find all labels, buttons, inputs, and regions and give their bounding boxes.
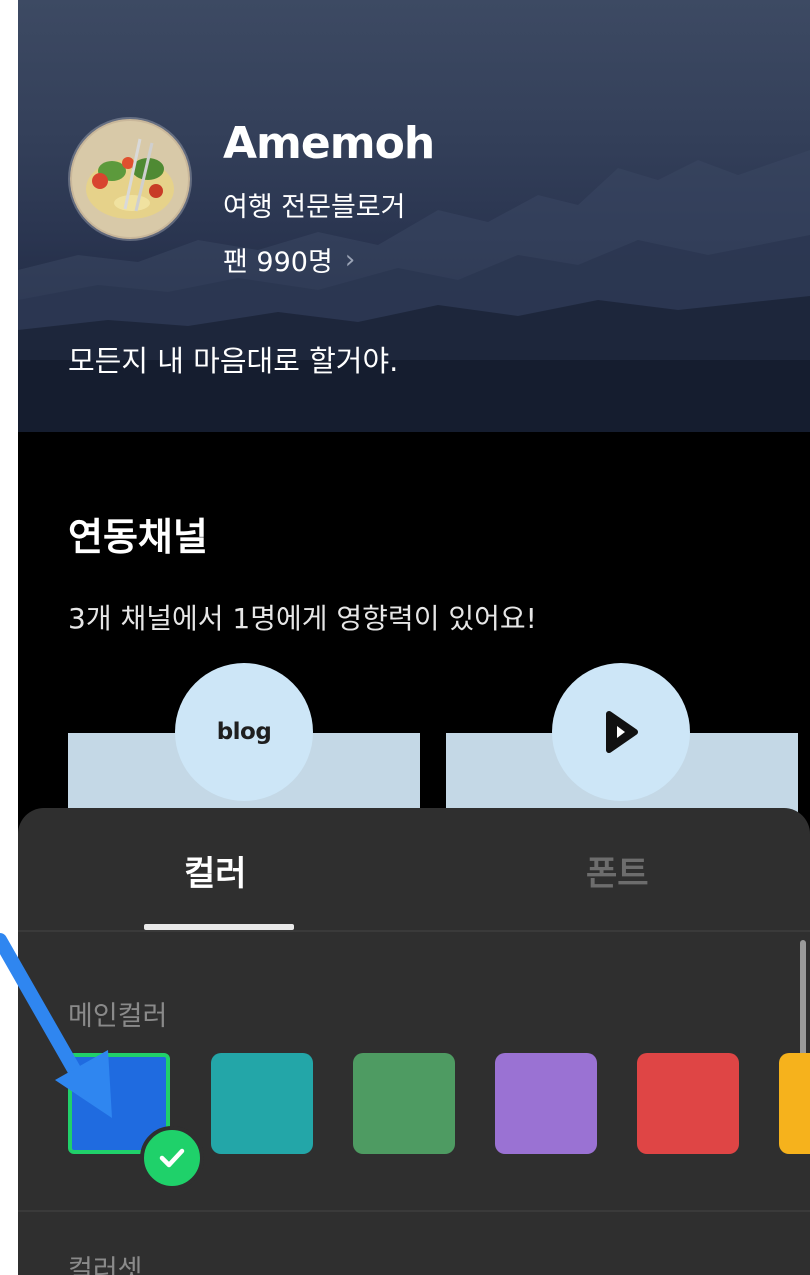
tab-font[interactable]: 폰트 [586, 846, 649, 895]
tab-color[interactable]: 컬러 [184, 846, 247, 895]
color-set-label: 컬러셋 [68, 1255, 143, 1275]
play-icon [606, 711, 638, 753]
fans-count: 팬 990명 [223, 247, 333, 278]
chevron-right-icon: › [344, 244, 356, 275]
color-swatch-purple[interactable] [495, 1053, 597, 1154]
active-tab-indicator [144, 924, 294, 930]
profile-motto: 모든지 내 마음대로 할거야. [68, 344, 399, 378]
style-bottom-sheet: 컬러 폰트 메인컬러 컬러셋 [18, 808, 810, 1275]
avatar[interactable] [68, 117, 192, 241]
channels-description: 3개 채널에서 1명에게 영향력이 있어요! [68, 602, 537, 635]
selected-check-icon [140, 1126, 204, 1190]
section-divider [18, 1210, 810, 1212]
color-swatch-green[interactable] [353, 1053, 455, 1154]
channels-title: 연동채널 [68, 515, 208, 559]
phone-screen: Amemoh 여행 전문블로거 팬 990명 › 모든지 내 마음대로 할거야.… [18, 0, 810, 1275]
color-swatch-yellow[interactable] [779, 1053, 810, 1154]
video-channel-icon[interactable] [552, 663, 690, 801]
profile-header: Amemoh 여행 전문블로거 팬 990명 › 모든지 내 마음대로 할거야. [18, 0, 810, 432]
blog-text-icon: blog [216, 719, 272, 745]
profile-subtitle: 여행 전문블로거 [223, 192, 406, 223]
blog-channel-icon[interactable]: blog [175, 663, 313, 801]
color-swatch-teal[interactable] [211, 1053, 313, 1154]
main-color-label: 메인컬러 [68, 1001, 168, 1032]
color-swatch-red[interactable] [637, 1053, 739, 1154]
profile-name: Amemoh [223, 118, 435, 169]
food-photo-icon [70, 119, 190, 239]
fans-link[interactable]: 팬 990명 › [223, 240, 355, 279]
sheet-tabs: 컬러 폰트 [18, 808, 810, 932]
